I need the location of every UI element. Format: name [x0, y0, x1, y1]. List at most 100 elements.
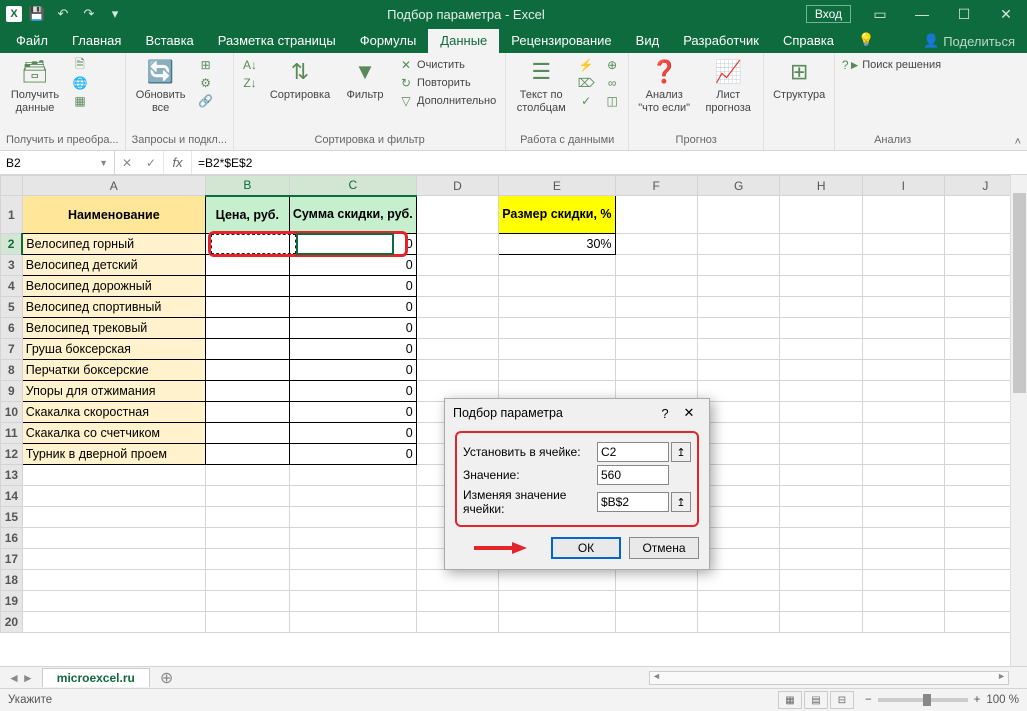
dialog-close-icon[interactable]: ✕	[677, 405, 701, 421]
col-header[interactable]: D	[416, 176, 498, 196]
cell[interactable]: Размер скидки, %	[499, 196, 615, 234]
to-value-input[interactable]	[597, 465, 669, 485]
advanced-filter-button[interactable]: ▽Дополнительно	[396, 93, 499, 109]
cell[interactable]: Груша боксерская	[22, 339, 205, 360]
tab-formulas[interactable]: Формулы	[348, 29, 429, 53]
cell[interactable]	[289, 486, 416, 507]
row-header[interactable]: 14	[1, 486, 23, 507]
cell[interactable]	[499, 570, 615, 591]
page-break-view-icon[interactable]: ⊟	[830, 691, 854, 709]
cell[interactable]	[205, 276, 289, 297]
tab-home[interactable]: Главная	[60, 29, 133, 53]
cell[interactable]: 0	[289, 276, 416, 297]
cell[interactable]	[499, 318, 615, 339]
cell[interactable]: Наименование	[22, 196, 205, 234]
chevron-down-icon[interactable]: ▼	[99, 158, 108, 168]
cell[interactable]	[780, 444, 862, 465]
cell[interactable]	[289, 591, 416, 612]
cell[interactable]	[862, 318, 944, 339]
sheet-nav-prev-icon[interactable]: ◄	[8, 671, 20, 685]
cell[interactable]	[22, 507, 205, 528]
edit-links-icon[interactable]: 🔗	[196, 93, 216, 109]
cell[interactable]	[780, 570, 862, 591]
cell[interactable]	[22, 465, 205, 486]
cell[interactable]: Велосипед спортивный	[22, 297, 205, 318]
cell[interactable]: Велосипед трековый	[22, 318, 205, 339]
name-box[interactable]: B2▼	[0, 151, 115, 174]
cell[interactable]	[416, 255, 498, 276]
row-header[interactable]: 1	[1, 196, 23, 234]
flash-fill-icon[interactable]: ⚡	[576, 57, 596, 73]
row-header[interactable]: 5	[1, 297, 23, 318]
cell[interactable]	[205, 381, 289, 402]
col-header[interactable]: I	[862, 176, 944, 196]
cell[interactable]: Скакалка скоростная	[22, 402, 205, 423]
cell[interactable]	[416, 276, 498, 297]
cell[interactable]	[205, 234, 289, 255]
ribbon-options-icon[interactable]: ▭	[859, 0, 901, 28]
cell[interactable]	[697, 297, 780, 318]
cell[interactable]	[499, 276, 615, 297]
tab-file[interactable]: Файл	[4, 29, 60, 53]
cell[interactable]	[615, 318, 697, 339]
row-header[interactable]: 4	[1, 276, 23, 297]
cell[interactable]	[862, 339, 944, 360]
row-header[interactable]: 6	[1, 318, 23, 339]
cell[interactable]: Велосипед дорожный	[22, 276, 205, 297]
dialog-help-icon[interactable]: ?	[653, 406, 677, 421]
sheet-nav-next-icon[interactable]: ►	[22, 671, 34, 685]
cell[interactable]: Сумма скидки, руб.	[289, 196, 416, 234]
row-header[interactable]: 3	[1, 255, 23, 276]
qat-customize-icon[interactable]: ▾	[104, 3, 126, 25]
row-header[interactable]: 13	[1, 465, 23, 486]
reapply-button[interactable]: ↻Повторить	[396, 75, 499, 91]
tab-view[interactable]: Вид	[624, 29, 672, 53]
cell[interactable]	[697, 591, 780, 612]
cell[interactable]	[697, 339, 780, 360]
row-header[interactable]: 18	[1, 570, 23, 591]
cell[interactable]	[499, 297, 615, 318]
cell[interactable]: Скакалка со счетчиком	[22, 423, 205, 444]
cell[interactable]	[205, 339, 289, 360]
cell[interactable]: 0	[289, 234, 416, 255]
cell[interactable]: 0	[289, 255, 416, 276]
row-header[interactable]: 19	[1, 591, 23, 612]
cell[interactable]	[289, 570, 416, 591]
from-web-icon[interactable]: 🌐	[70, 75, 90, 91]
cell[interactable]	[615, 297, 697, 318]
collapse-ribbon-icon[interactable]: ˄	[1015, 136, 1021, 148]
cell[interactable]: Велосипед детский	[22, 255, 205, 276]
cell[interactable]	[615, 570, 697, 591]
undo-icon[interactable]: ↶	[52, 3, 74, 25]
cell[interactable]	[22, 549, 205, 570]
row-header[interactable]: 15	[1, 507, 23, 528]
cell[interactable]: 0	[289, 381, 416, 402]
cell[interactable]	[205, 402, 289, 423]
col-header[interactable]: B	[205, 176, 289, 196]
cell[interactable]	[22, 528, 205, 549]
cell[interactable]: Велосипед горный	[22, 234, 205, 255]
col-header[interactable]: F	[615, 176, 697, 196]
cell[interactable]	[416, 360, 498, 381]
cell[interactable]: 0	[289, 402, 416, 423]
sheet-tab[interactable]: microexcel.ru	[42, 668, 150, 687]
cell[interactable]	[289, 465, 416, 486]
close-icon[interactable]: ✕	[985, 0, 1027, 28]
cell[interactable]	[697, 612, 780, 633]
cell[interactable]	[862, 423, 944, 444]
sort-button[interactable]: ⇅Сортировка	[266, 57, 334, 102]
tab-page-layout[interactable]: Разметка страницы	[206, 29, 348, 53]
cell[interactable]	[862, 570, 944, 591]
cell[interactable]	[862, 196, 944, 234]
cell[interactable]	[780, 402, 862, 423]
zoom-in-icon[interactable]: +	[974, 694, 981, 706]
cell[interactable]	[416, 339, 498, 360]
cell[interactable]	[780, 276, 862, 297]
page-layout-view-icon[interactable]: ▤	[804, 691, 828, 709]
zoom-out-icon[interactable]: −	[865, 694, 872, 706]
cell[interactable]	[615, 360, 697, 381]
cell[interactable]	[780, 255, 862, 276]
cell[interactable]	[862, 381, 944, 402]
col-header[interactable]: G	[697, 176, 780, 196]
horizontal-scrollbar[interactable]	[649, 671, 1009, 685]
